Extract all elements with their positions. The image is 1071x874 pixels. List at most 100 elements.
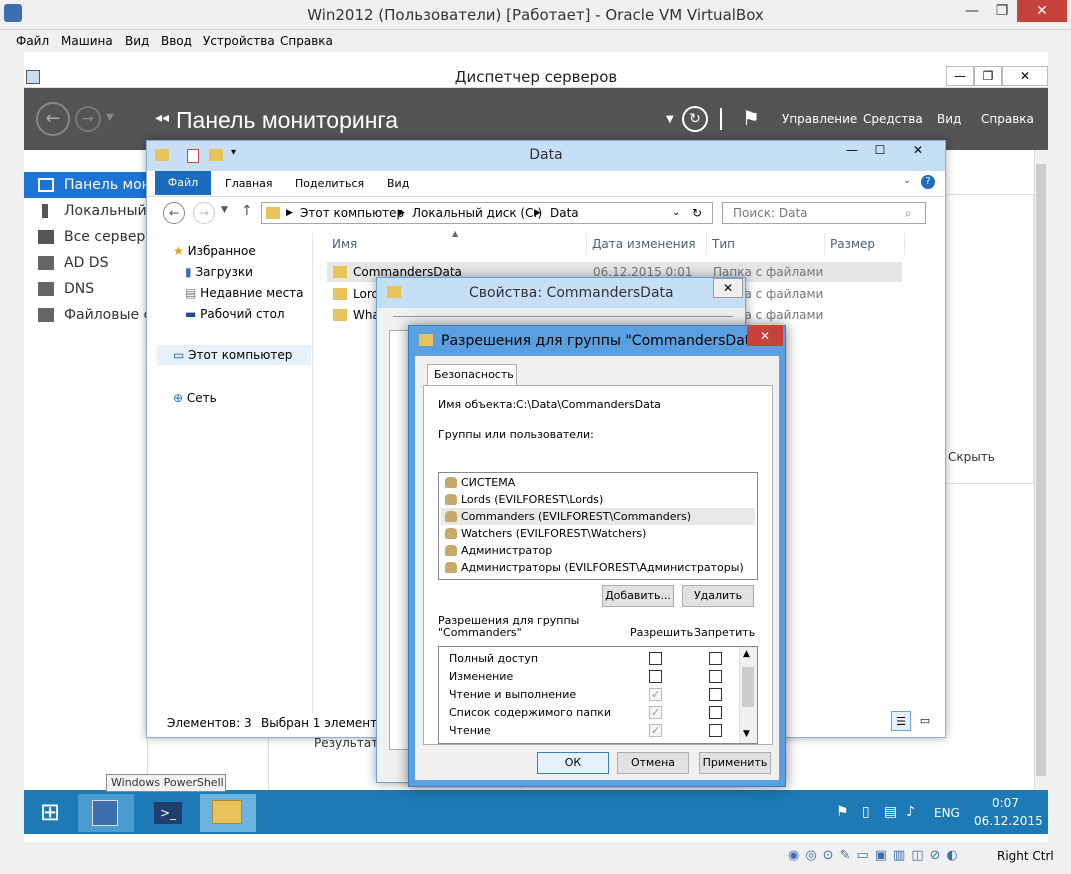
user-name: Администраторы (EVILFOREST\Администратор…: [461, 561, 744, 574]
list-item[interactable]: Commanders (EVILFOREST\Commanders): [441, 508, 755, 525]
help-icon[interactable]: ?: [921, 175, 935, 189]
clock-date[interactable]: 06.12.2015: [974, 814, 1043, 828]
language-indicator[interactable]: ENG: [934, 806, 960, 820]
sidebar-item-label: Локальный с: [64, 203, 159, 219]
deny-checkbox[interactable]: [709, 724, 722, 737]
menu-help[interactable]: Справка: [280, 34, 333, 48]
minimize-button[interactable]: —: [958, 0, 986, 22]
search-input[interactable]: Поиск: Data ⌕: [722, 202, 926, 224]
servers-icon: [38, 230, 54, 244]
tab-security[interactable]: Безопасность: [427, 364, 517, 386]
menu-file[interactable]: Файл: [16, 34, 49, 48]
volume-icon[interactable]: ♪: [906, 804, 915, 820]
column-header-name[interactable]: Имя: [327, 233, 587, 255]
up-button[interactable]: ↑: [241, 203, 253, 219]
menu-view-sm[interactable]: Вид: [937, 112, 961, 126]
deny-checkbox[interactable]: [709, 688, 722, 701]
address-dropdown-icon[interactable]: ⌄: [672, 203, 680, 223]
menu-manage[interactable]: Управление: [782, 112, 857, 126]
folder-icon: [387, 286, 401, 298]
sm-close-button[interactable]: ✕: [1002, 66, 1048, 86]
menu-devices[interactable]: Устройства: [203, 34, 275, 48]
recent-locations-icon[interactable]: ▼: [221, 205, 228, 215]
properties-close-button[interactable]: ✕: [713, 278, 743, 298]
column-header-type[interactable]: Тип: [707, 233, 825, 255]
nav-favorites[interactable]: ★ Избранное: [173, 241, 256, 261]
back-button[interactable]: ←: [163, 202, 185, 224]
clock-time[interactable]: 0:07: [992, 796, 1019, 810]
maximize-button[interactable]: ❐: [988, 0, 1016, 22]
allow-checkbox[interactable]: [649, 670, 662, 683]
hide-link[interactable]: Скрыть: [948, 450, 995, 464]
taskbar-server-manager[interactable]: [78, 794, 134, 832]
breadcrumb-this-pc[interactable]: Этот компьютер: [300, 203, 404, 223]
allow-checkbox[interactable]: [649, 652, 662, 665]
ok-button[interactable]: ОК: [537, 752, 609, 774]
apply-button[interactable]: Применить: [699, 752, 771, 774]
cancel-button[interactable]: Отмена: [617, 752, 689, 774]
address-bar[interactable]: ▶ Этот компьютер ▶ Локальный диск (C:) ▶…: [261, 202, 713, 224]
sm-scroll-thumb[interactable]: [1036, 164, 1046, 776]
menu-tools[interactable]: Средства: [863, 112, 923, 126]
sm-minimize-button[interactable]: —: [946, 66, 974, 86]
nav-this-pc[interactable]: ▭ Этот компьютер: [157, 345, 311, 365]
tab-file[interactable]: Файл: [155, 171, 211, 195]
start-button[interactable]: ⊞: [32, 796, 68, 828]
deny-checkbox[interactable]: [709, 652, 722, 665]
ex-minimize-button[interactable]: —: [839, 141, 865, 161]
tab-home[interactable]: Главная: [225, 177, 273, 190]
tab-share[interactable]: Поделиться: [295, 177, 364, 190]
allow-checkbox[interactable]: ✓: [649, 724, 662, 737]
scroll-down-icon[interactable]: ▼: [743, 729, 750, 739]
deny-checkbox[interactable]: [709, 670, 722, 683]
scroll-up-icon[interactable]: ▲: [743, 649, 750, 659]
refresh-icon[interactable]: ↻: [682, 106, 708, 132]
refresh-dropdown-icon[interactable]: ▼: [666, 114, 674, 125]
list-item[interactable]: Watchers (EVILFOREST\Watchers): [441, 525, 755, 542]
ex-maximize-button[interactable]: ☐: [867, 141, 893, 161]
power-icon[interactable]: ▯: [862, 804, 870, 820]
network-icon[interactable]: ▤: [884, 804, 897, 820]
scroll-thumb[interactable]: [742, 667, 754, 707]
list-item[interactable]: Lords (EVILFOREST\Lords): [441, 491, 755, 508]
menu-help-sm[interactable]: Справка: [981, 112, 1034, 126]
menu-input[interactable]: Ввод: [161, 34, 192, 48]
forward-button[interactable]: →: [193, 202, 215, 224]
allow-checkbox[interactable]: ✓: [649, 688, 662, 701]
list-item[interactable]: Администраторы (EVILFOREST\Администратор…: [441, 559, 755, 576]
notifications-flag-icon[interactable]: ⚑: [742, 106, 760, 130]
details-view-icon[interactable]: ☰: [891, 711, 911, 731]
back-button[interactable]: ←: [36, 102, 70, 136]
large-icons-view-icon[interactable]: ▭: [915, 711, 935, 731]
action-center-flag-icon[interactable]: ⚑: [836, 804, 849, 820]
nav-network[interactable]: ⊕ Сеть: [173, 388, 217, 408]
menu-machine[interactable]: Машина: [61, 34, 113, 48]
breadcrumb-disk[interactable]: Локальный диск (C:): [412, 203, 542, 223]
permissions-scrollbar[interactable]: ▲ ▼: [739, 647, 757, 743]
menu-view[interactable]: Вид: [125, 34, 149, 48]
column-header-date[interactable]: Дата изменения: [587, 233, 707, 255]
nav-recent[interactable]: ▤ Недавние места: [185, 283, 304, 303]
expand-ribbon-icon[interactable]: ⌄: [903, 175, 911, 186]
taskbar-powershell[interactable]: >_: [140, 794, 196, 832]
permissions-close-button[interactable]: ✕: [747, 326, 783, 346]
refresh-icon[interactable]: ↻: [692, 203, 702, 223]
forward-button[interactable]: →: [75, 106, 101, 132]
list-item[interactable]: Администратор: [441, 542, 755, 559]
list-item[interactable]: СИСТЕМА: [441, 474, 755, 491]
sm-maximize-button[interactable]: ❐: [974, 66, 1002, 86]
deny-checkbox[interactable]: [709, 706, 722, 719]
column-header-size[interactable]: Размер: [825, 233, 905, 255]
ex-close-button[interactable]: ✕: [895, 141, 941, 161]
breadcrumb-data[interactable]: Data: [550, 203, 579, 223]
history-dropdown-icon[interactable]: ▼: [106, 112, 114, 123]
remove-button[interactable]: Удалить: [682, 585, 754, 607]
taskbar-explorer[interactable]: [200, 794, 256, 832]
status-selected: Выбран 1 элемент: [261, 716, 378, 730]
close-button[interactable]: ✕: [1017, 0, 1067, 22]
nav-downloads[interactable]: ▮ Загрузки: [185, 262, 253, 282]
tab-view[interactable]: Вид: [387, 177, 409, 190]
nav-desktop[interactable]: ▬ Рабочий стол: [185, 304, 285, 324]
add-button[interactable]: Добавить...: [602, 585, 674, 607]
allow-checkbox[interactable]: ✓: [649, 706, 662, 719]
